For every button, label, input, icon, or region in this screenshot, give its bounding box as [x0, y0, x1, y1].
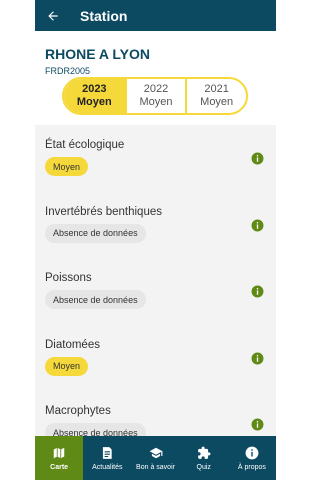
status-badge: Absence de données: [45, 423, 146, 436]
year-status: Moyen: [76, 96, 112, 108]
map-icon: [53, 447, 65, 458]
year-tab-2022[interactable]: 2022 Moyen: [124, 79, 186, 113]
station-header: RHONE A LYON FRDR2005 2023 Moyen 2022 Mo…: [35, 31, 276, 125]
indicator-poissons: Poissons Absence de données: [35, 258, 276, 325]
indicator-title: Diatomées: [45, 338, 100, 351]
nav-label: Carte: [50, 463, 69, 471]
info-icon: [245, 446, 259, 459]
year-status: Moyen: [200, 96, 234, 108]
status-badge: Absence de données: [45, 223, 146, 243]
status-badge: Moyen: [45, 157, 89, 176]
indicator-title: Macrophytes: [45, 405, 111, 417]
indicator-list[interactable]: État écologique Moyen Invertébrés benthi…: [35, 125, 276, 436]
puzzle-icon: [197, 446, 211, 459]
indicator-title: État écologique: [45, 139, 125, 151]
nav-label: Bon à savoir: [136, 463, 175, 471]
back-button[interactable]: [35, 0, 71, 31]
status-badge: Absence de données: [45, 290, 146, 309]
year-label: 2021: [204, 83, 229, 95]
nav-actualites[interactable]: Actualités: [83, 436, 131, 480]
indicator-diatomees: Diatomées Moyen: [35, 325, 276, 392]
year-selector: 2023 Moyen 2022 Moyen 2021 Moyen: [62, 77, 248, 115]
nav-label: À propos: [237, 463, 266, 471]
info-icon[interactable]: [251, 152, 264, 165]
app-screen: Station RHONE A LYON FRDR2005 2023 Moyen…: [35, 0, 276, 480]
year-status: Moyen: [139, 96, 173, 108]
page-title: Station: [80, 7, 128, 24]
year-tab-2021[interactable]: 2021 Moyen: [185, 79, 246, 113]
info-icon[interactable]: [251, 418, 264, 431]
nav-label: Quiz: [196, 463, 211, 471]
info-icon[interactable]: [251, 285, 264, 298]
graduation-cap-icon: [149, 447, 162, 458]
indicator-title: Poissons: [45, 272, 92, 284]
info-icon[interactable]: [251, 219, 264, 232]
bottom-navigation: Carte Actualités Bon à savoir Quiz À pro…: [35, 436, 276, 480]
station-name: RHONE A LYON: [45, 46, 151, 62]
year-label: 2022: [143, 83, 169, 95]
indicator-title: Invertébrés benthiques: [45, 205, 162, 218]
nav-a-propos[interactable]: À propos: [228, 436, 276, 480]
nav-carte[interactable]: Carte: [35, 436, 84, 480]
status-badge: Moyen: [45, 356, 89, 376]
nav-label: Actualités: [92, 463, 123, 471]
news-icon: [103, 446, 112, 459]
indicator-invertebres: Invertébrés benthiques Absence de donnée…: [35, 192, 276, 259]
arrow-left-icon: [48, 10, 58, 21]
info-icon[interactable]: [251, 352, 264, 365]
nav-quiz[interactable]: Quiz: [180, 436, 228, 480]
indicator-macrophytes: Macrophytes Absence de données: [35, 391, 276, 436]
nav-bon-a-savoir[interactable]: Bon à savoir: [131, 436, 179, 480]
year-label: 2023: [82, 83, 107, 95]
app-bar: Station: [35, 0, 276, 31]
indicator-etat-ecologique: État écologique Moyen: [35, 125, 276, 192]
year-tab-2023[interactable]: 2023 Moyen: [64, 79, 125, 113]
station-code: FRDR2005: [45, 66, 91, 76]
